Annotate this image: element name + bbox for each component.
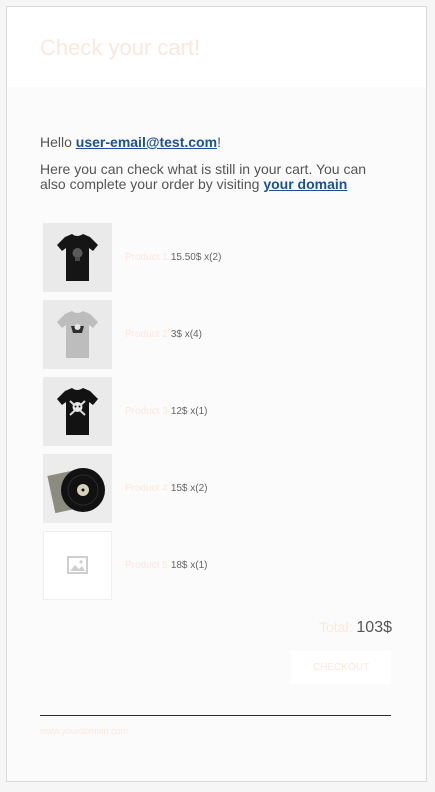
product-info: Product 3 12$ x(1) [125,406,208,417]
product-row: Product 1 15.50$ x(2) [43,219,393,296]
email-header: Check your cart! [7,7,426,87]
product-price-qty: 18$ x(1) [170,560,208,571]
product-row: Product 3 12$ x(1) [43,373,393,450]
black-skull-tshirt-image[interactable] [43,377,112,446]
black-tshirt-image[interactable] [43,223,112,292]
product-row: Product 2 3$ x(4) [43,296,393,373]
product-name: Product 5 [125,560,168,571]
product-name: Product 4 [125,483,168,494]
page-title: Check your cart! [40,35,201,60]
product-price-qty: 3$ x(4) [170,329,202,340]
product-row: Product 4 15$ x(2) [43,450,393,527]
image-placeholder-icon[interactable] [43,531,112,600]
footer-text: www.yourdomain.com [40,726,129,736]
cart-total: Total: 103$ [319,619,392,637]
product-price-qty: 12$ x(1) [170,406,208,417]
footer-divider [40,715,391,716]
domain-link[interactable]: your domain [263,176,347,192]
product-name: Product 3 [125,406,168,417]
email-card: Check your cart! Hello user-email@test.c… [6,6,427,782]
vinyl-record-image[interactable] [43,454,112,523]
total-label: Total: [318,619,353,635]
product-name: Product 2 [125,329,168,340]
product-info: Product 4 15$ x(2) [125,483,208,494]
product-name: Product 1 [125,252,168,263]
product-price-qty: 15.50$ x(2) [170,252,222,263]
checkout-button[interactable]: CHECKOUT [291,651,391,684]
product-info: Product 2 3$ x(4) [125,329,202,340]
product-row: Product 5 18$ x(1) [43,527,393,604]
product-info: Product 5 18$ x(1) [125,560,208,571]
email-link[interactable]: user-email@test.com [76,134,217,150]
total-value: 103$ [356,619,392,636]
greeting-hello: Hello [40,134,72,150]
greeting: Hello user-email@test.com! [40,134,221,150]
gray-tshirt-image[interactable] [43,300,112,369]
intro-paragraph: Here you can check what is still in your… [40,162,390,192]
product-list: Product 115.50$ x(2) Product 23$ x(4) [43,219,393,604]
greeting-punct: ! [217,134,221,150]
product-info: Product 1 15.50$ x(2) [125,252,221,263]
product-price-qty: 15$ x(2) [170,483,208,494]
